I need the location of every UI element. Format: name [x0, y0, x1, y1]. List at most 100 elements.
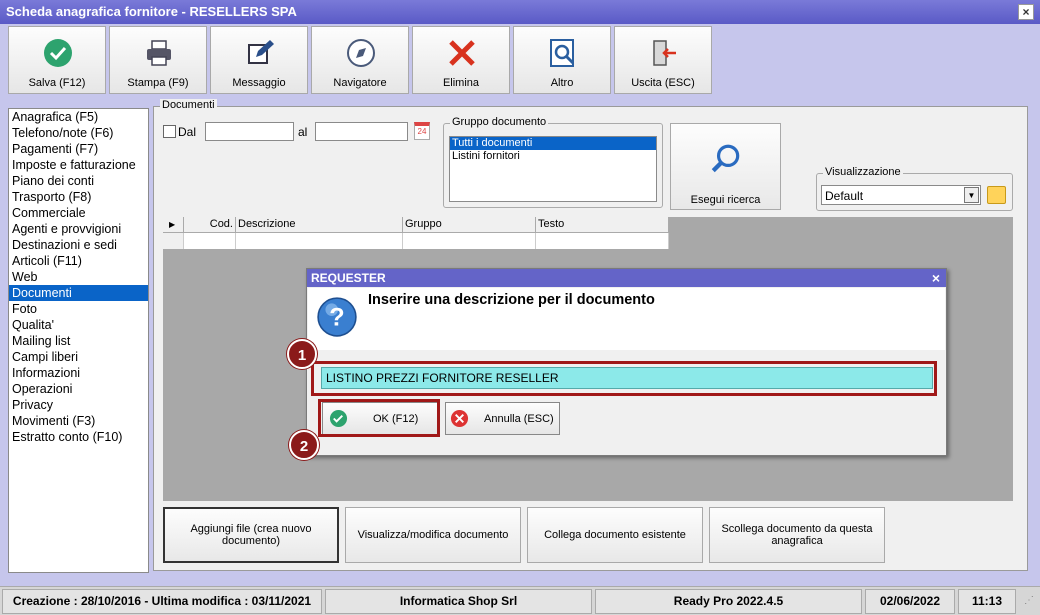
message-button[interactable]: Messaggio [210, 26, 308, 94]
view-edit-label: Visualizza/modifica documento [357, 529, 509, 541]
sidebar-item-qualita[interactable]: Qualita' [9, 317, 148, 333]
print-button[interactable]: Stampa (F9) [109, 26, 207, 94]
view-edit-document-button[interactable]: Visualizza/modifica documento [345, 507, 521, 563]
sidebar-item-telefono[interactable]: Telefono/note (F6) [9, 125, 148, 141]
search-label: Esegui ricerca [690, 194, 761, 206]
sidebar-item-piano-conti[interactable]: Piano dei conti [9, 173, 148, 189]
sidebar-item-privacy[interactable]: Privacy [9, 397, 148, 413]
window-close-button[interactable]: × [1018, 4, 1034, 20]
sidebar-item-web[interactable]: Web [9, 269, 148, 285]
sidebar-item-movimenti[interactable]: Movimenti (F3) [9, 413, 148, 429]
table-row[interactable] [403, 233, 536, 249]
gruppo-documento-group: Gruppo documento Tutti i documenti Listi… [443, 116, 663, 208]
dal-checkbox[interactable] [163, 125, 176, 138]
sidebar-item-imposte[interactable]: Imposte e fatturazione [9, 157, 148, 173]
documenti-legend: Documenti [160, 99, 217, 111]
dialog-title: REQUESTER [311, 271, 386, 285]
svg-text:?: ? [329, 303, 344, 331]
sidebar-item-trasporto[interactable]: Trasporto (F8) [9, 189, 148, 205]
date-from-input[interactable] [205, 122, 294, 141]
check-circle-icon [44, 39, 72, 67]
step-badge-2: 2 [289, 430, 319, 460]
sidebar-item-anagrafica[interactable]: Anagrafica (F5) [9, 109, 148, 125]
window-titlebar: Scheda anagrafica fornitore - RESELLERS … [0, 0, 1040, 24]
sidebar-item-foto[interactable]: Foto [9, 301, 148, 317]
other-button[interactable]: Altro [513, 26, 611, 94]
gruppo-item-listini[interactable]: Listini fornitori [450, 150, 656, 163]
sidebar-item-mailing[interactable]: Mailing list [9, 333, 148, 349]
chevron-down-icon[interactable]: ▼ [964, 187, 979, 203]
sidebar-item-documenti[interactable]: Documenti [9, 285, 148, 301]
delete-label: Elimina [442, 77, 480, 89]
calendar-icon[interactable]: 24 [414, 122, 430, 140]
sidebar-item-informazioni[interactable]: Informazioni [9, 365, 148, 381]
sidebar-item-agenti[interactable]: Agenti e provvigioni [9, 221, 148, 237]
gruppo-item-tutti[interactable]: Tutti i documenti [450, 137, 656, 150]
grid-header-testo[interactable]: Testo [536, 217, 669, 233]
unlink-label: Scollega documento da questa anagrafica [721, 523, 873, 547]
sidebar-item-operazioni[interactable]: Operazioni [9, 381, 148, 397]
toolbar: Salva (F12) Stampa (F9) Messaggio Naviga… [8, 26, 1038, 96]
dialog-close-button[interactable]: × [932, 270, 940, 286]
search-doc-icon [550, 39, 575, 67]
navigator-label: Navigatore [333, 77, 387, 89]
status-company: Informatica Shop Srl [325, 589, 592, 614]
table-row[interactable] [184, 233, 236, 249]
cancel-circle-icon [450, 409, 469, 428]
highlight-ok-frame [318, 399, 440, 437]
grid-header-cod[interactable]: Cod. [184, 217, 236, 233]
cancel-label: Annulla (ESC) [484, 413, 554, 425]
search-button[interactable]: Esegui ricerca [670, 123, 781, 210]
link-label: Collega documento esistente [544, 529, 686, 541]
print-label: Stampa (F9) [127, 77, 189, 89]
window-title: Scheda anagrafica fornitore - RESELLERS … [6, 4, 297, 19]
sidebar-item-articoli[interactable]: Articoli (F11) [9, 253, 148, 269]
exit-label: Uscita (ESC) [631, 77, 695, 89]
question-icon: ? [317, 297, 357, 337]
unlink-document-button[interactable]: Scollega documento da questa anagrafica [709, 507, 885, 563]
status-time: 11:13 [958, 589, 1016, 614]
folder-icon[interactable] [987, 186, 1006, 204]
magnifier-icon [711, 144, 740, 173]
grid-header-descrizione[interactable]: Descrizione [236, 217, 403, 233]
vis-legend: Visualizzazione [823, 166, 903, 178]
add-file-button[interactable]: Aggiungi file (crea nuovo documento) [163, 507, 339, 563]
sidebar-item-campi-liberi[interactable]: Campi liberi [9, 349, 148, 365]
cancel-button[interactable]: Annulla (ESC) [445, 402, 560, 435]
resize-grip-icon[interactable]: ⋰ [1024, 595, 1036, 609]
delete-button[interactable]: Elimina [412, 26, 510, 94]
exit-button[interactable]: Uscita (ESC) [614, 26, 712, 94]
message-label: Messaggio [232, 77, 286, 89]
gruppo-listbox[interactable]: Tutti i documenti Listini fornitori [449, 136, 657, 202]
dialog-message: Inserire una descrizione per il document… [368, 292, 655, 308]
table-row[interactable] [236, 233, 403, 249]
navigator-button[interactable]: Navigatore [311, 26, 409, 94]
status-version: Ready Pro 2022.4.5 [595, 589, 862, 614]
dialog-titlebar: REQUESTER × [307, 269, 946, 287]
sidebar-item-estratto-conto[interactable]: Estratto conto (F10) [9, 429, 148, 445]
sidebar-item-commerciale[interactable]: Commerciale [9, 205, 148, 221]
dal-label: Dal [178, 125, 197, 139]
table-row[interactable] [163, 233, 184, 249]
red-x-icon [449, 40, 475, 66]
sidebar: Anagrafica (F5) Telefono/note (F6) Pagam… [8, 108, 149, 573]
save-button[interactable]: Salva (F12) [8, 26, 106, 94]
compass-icon [347, 39, 375, 67]
table-row[interactable] [536, 233, 669, 249]
vis-select[interactable]: Default ▼ [821, 185, 981, 205]
sidebar-item-pagamenti[interactable]: Pagamenti (F7) [9, 141, 148, 157]
calendar-day: 24 [417, 127, 427, 136]
al-label: al [298, 125, 308, 139]
link-document-button[interactable]: Collega documento esistente [527, 507, 703, 563]
save-label: Salva (F12) [28, 77, 86, 89]
grid-header-gruppo[interactable]: Gruppo [403, 217, 536, 233]
step-badge-1: 1 [287, 339, 317, 369]
visualizzazione-group: Visualizzazione Default ▼ [816, 166, 1013, 211]
date-to-input[interactable] [315, 122, 408, 141]
status-dates: Creazione : 28/10/2016 - Ultima modifica… [2, 589, 322, 614]
vis-value: Default [825, 189, 864, 203]
sidebar-item-destinazioni[interactable]: Destinazioni e sedi [9, 237, 148, 253]
grid-row-indicator: ▶ [163, 217, 184, 233]
other-label: Altro [550, 77, 574, 89]
compose-icon [248, 40, 274, 64]
